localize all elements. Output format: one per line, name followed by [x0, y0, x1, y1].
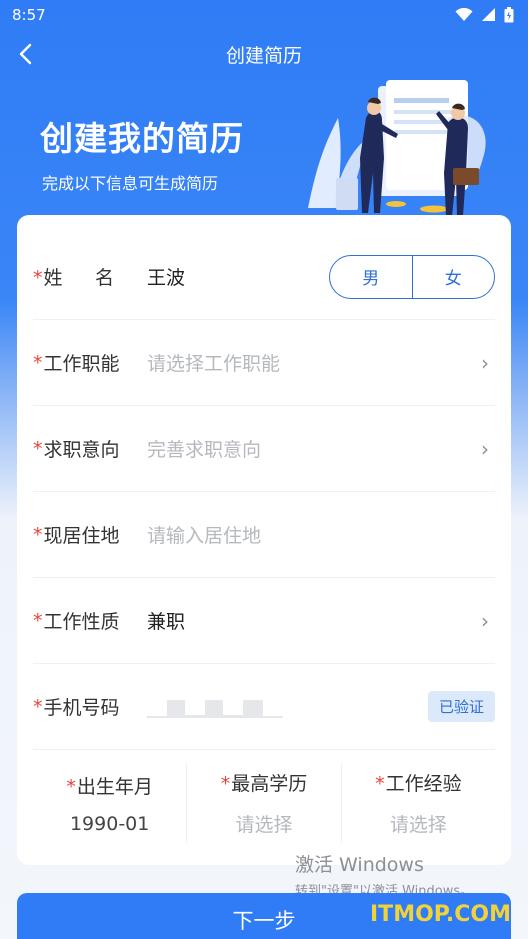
gender-toggle: 男 女	[329, 254, 495, 299]
required-mark: *	[33, 695, 43, 718]
job-nature-row[interactable]: * 工作性质 兼职 ›	[33, 578, 495, 664]
residence-row: * 现居住地 请输入居住地	[33, 492, 495, 578]
name-label: *姓 名	[33, 263, 147, 290]
chevron-right-icon[interactable]: ›	[475, 439, 495, 459]
chevron-right-icon[interactable]: ›	[475, 611, 495, 631]
chevron-right-icon[interactable]: ›	[475, 353, 495, 373]
status-time: 8:57	[12, 6, 46, 24]
education-label: 最高学历	[231, 773, 308, 795]
site-logo: ITMOP.COM	[370, 902, 511, 927]
residence-label: 现居住地	[43, 525, 120, 547]
hero-title: 创建我的简历	[40, 119, 244, 158]
name-label-a: 姓	[43, 267, 63, 289]
gender-male-button[interactable]: 男	[330, 256, 412, 298]
nav-bar: 创建简历	[0, 30, 528, 78]
status-bar: 8:57	[0, 0, 528, 30]
required-mark: *	[220, 773, 231, 795]
name-label-b: 名	[95, 267, 115, 289]
phone-field	[147, 696, 428, 718]
phone-number-masked	[147, 696, 428, 718]
wifi-icon	[455, 8, 473, 21]
extra-info-row: *出生年月 1990-01 *最高学历 请选择 *工作经验 请选择	[33, 763, 495, 843]
battery-icon	[504, 7, 514, 23]
name-input[interactable]: 王波	[147, 263, 329, 290]
phone-label: 手机号码	[43, 697, 120, 719]
job-nature-label: 工作性质	[43, 611, 120, 633]
required-mark: *	[33, 523, 43, 546]
gender-female-button[interactable]: 女	[411, 255, 495, 298]
page-title: 创建简历	[225, 44, 302, 67]
residence-input[interactable]: 请输入居住地	[147, 521, 495, 548]
required-mark: *	[33, 609, 43, 632]
phone-row: * 手机号码 已验证	[33, 664, 495, 750]
required-mark: *	[375, 773, 385, 795]
job-function-label: 工作职能	[43, 353, 120, 375]
required-mark: *	[33, 351, 43, 374]
verified-badge: 已验证	[427, 691, 495, 722]
job-function-row[interactable]: * 工作职能 请选择工作职能 ›	[33, 320, 495, 406]
job-intention-row[interactable]: * 求职意向 完善求职意向 ›	[33, 406, 495, 492]
required-mark: *	[66, 775, 76, 798]
signal-icon	[482, 8, 495, 21]
education-field[interactable]: *最高学历 请选择	[186, 763, 340, 843]
job-intention-field[interactable]: 完善求职意向	[147, 435, 475, 462]
required-mark: *	[33, 437, 43, 460]
experience-value: 请选择	[389, 814, 447, 836]
experience-label: 工作经验	[385, 773, 462, 795]
watermark-line1: 激活 Windows	[295, 854, 424, 876]
resume-form-card: *姓 名 王波 男 女 * 工作职能 请选择工作职能 › * 求职意向 完善求职意向…	[17, 215, 511, 865]
hero-subtitle: 完成以下信息可生成简历	[42, 174, 219, 193]
windows-activation-watermark: 激活 Windows 转到"设置"以激活 Windows。	[295, 850, 473, 899]
birth-field[interactable]: *出生年月 1990-01	[33, 763, 186, 843]
birth-label: 出生年月	[76, 775, 153, 798]
name-row: *姓 名 王波 男 女	[33, 234, 495, 320]
resume-illustration	[308, 80, 486, 216]
birth-value: 1990-01	[69, 812, 150, 835]
back-arrow-icon[interactable]	[12, 40, 40, 68]
job-intention-label: 求职意向	[43, 439, 120, 461]
status-icons	[455, 7, 514, 23]
education-value: 请选择	[235, 814, 293, 836]
experience-field[interactable]: *工作经验 请选择	[340, 763, 495, 843]
next-step-label: 下一步	[232, 909, 296, 933]
job-function-field[interactable]: 请选择工作职能	[147, 349, 475, 376]
required-mark: *	[33, 267, 43, 289]
job-nature-field[interactable]: 兼职	[147, 607, 475, 634]
